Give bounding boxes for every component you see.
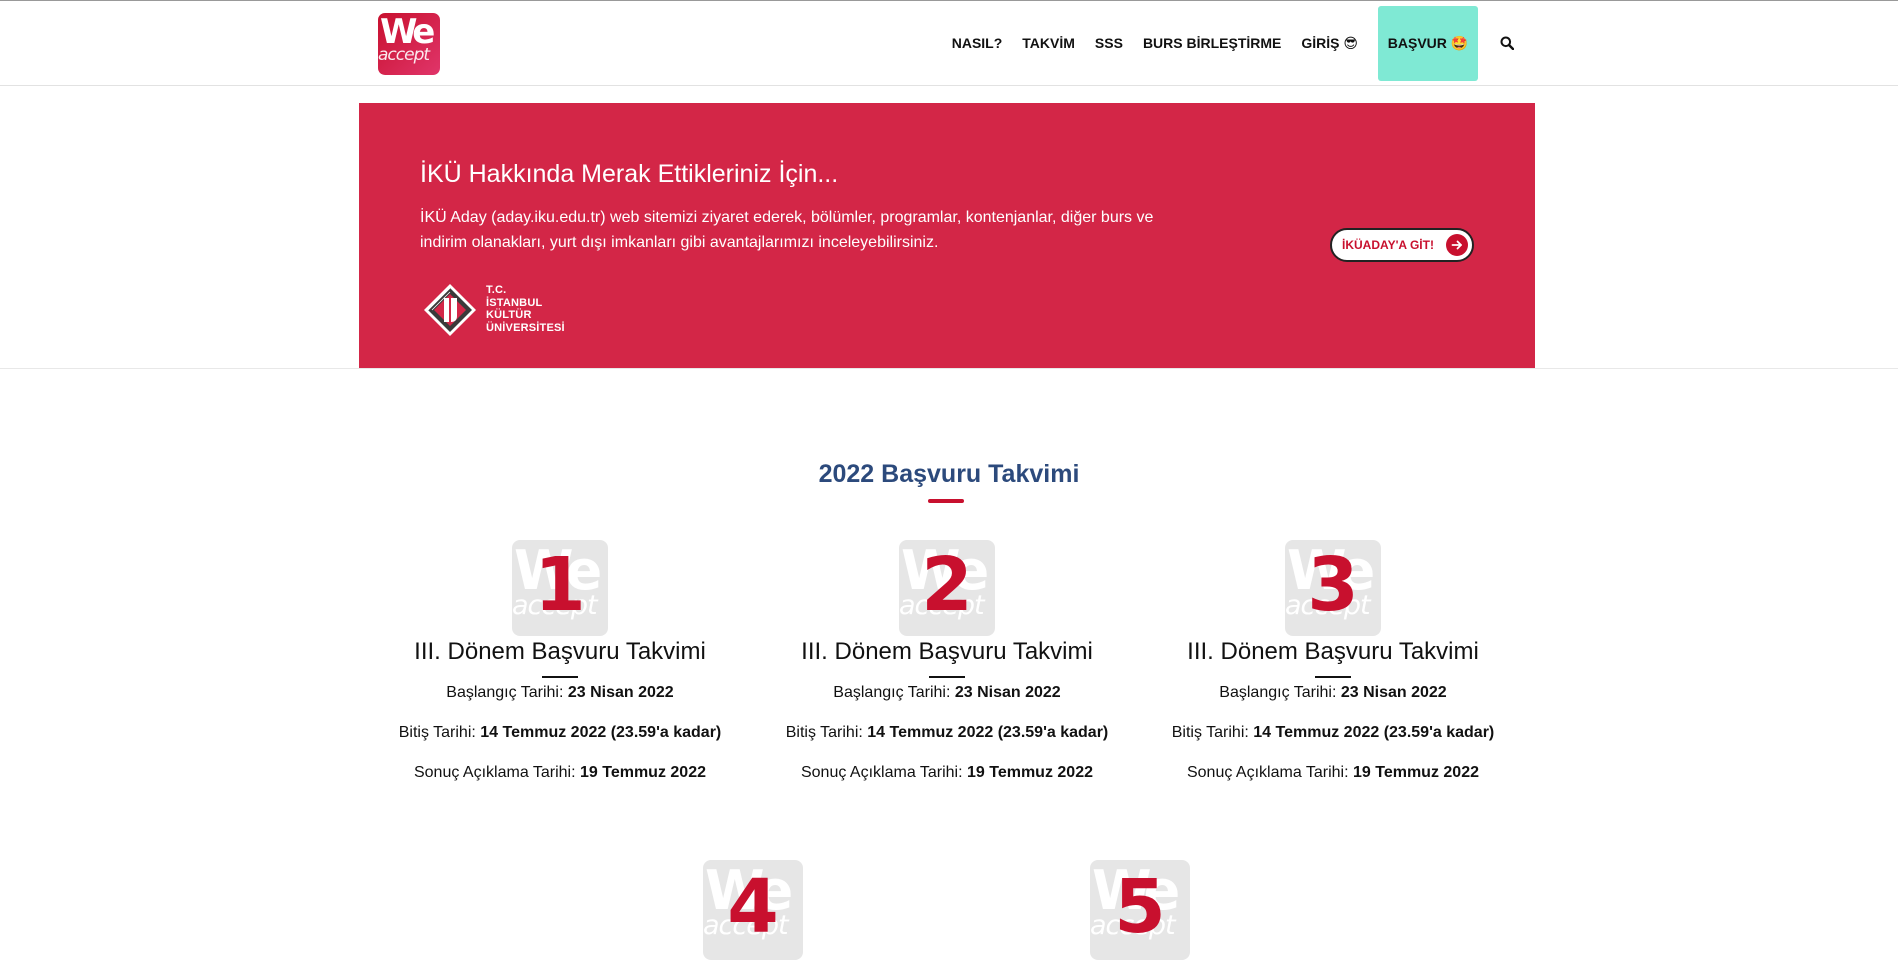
result-date: Sonuç Açıklama Tarihi: 19 Temmuz 2022	[375, 763, 745, 783]
iku-university-logo: T.C. İSTANBUL KÜLTÜR ÜNİVERSİTESİ	[422, 280, 572, 340]
iku-info-banner: İKÜ Hakkında Merak Ettikleriniz İçin... …	[359, 103, 1535, 368]
start-date: Başlangıç Tarihi: 23 Nisan 2022	[1148, 683, 1518, 703]
iku-logo-line: İSTANBUL	[486, 296, 543, 309]
nav-item-sss[interactable]: SSS	[1095, 35, 1123, 51]
nav-item-takvim[interactable]: TAKVİM	[1022, 35, 1075, 51]
result-date-value: 19 Temmuz 2022	[1353, 764, 1479, 781]
nav-item-nasil[interactable]: NASIL?	[952, 35, 1003, 51]
banner-title: İKÜ Hakkında Merak Ettikleriniz İçin...	[420, 160, 839, 188]
step-number: 4	[727, 864, 779, 950]
start-date: Başlangıç Tarihi: 23 Nisan 2022	[375, 683, 745, 703]
calendar-card: We accept 1 III. Dönem Başvuru Takvimi B…	[375, 540, 745, 803]
start-date-value: 23 Nisan 2022	[954, 684, 1061, 701]
card-title-rule	[929, 676, 965, 678]
calendar-card: We accept 2 III. Dönem Başvuru Takvimi B…	[762, 540, 1132, 803]
nav-item-giris[interactable]: GİRİŞ 😎	[1301, 35, 1358, 52]
iku-emblem-icon	[424, 284, 476, 336]
card-title: III. Dönem Başvuru Takvimi	[801, 638, 1093, 665]
result-date-value: 19 Temmuz 2022	[967, 764, 1093, 781]
apply-button[interactable]: BAŞVUR 🤩	[1378, 5, 1478, 81]
end-date-label: Bitiş Tarihi:	[785, 724, 868, 741]
step-number: 1	[534, 542, 586, 628]
iku-logo-text: T.C. İSTANBUL KÜLTÜR ÜNİVERSİTESİ	[486, 284, 565, 334]
arrow-right-icon	[1446, 234, 1468, 256]
logo-text-we: We	[380, 13, 435, 52]
search-icon[interactable]	[1498, 34, 1516, 52]
banner-description: İKÜ Aday (aday.iku.edu.tr) web sitemizi …	[420, 209, 1154, 251]
end-date-value: 14 Temmuz 2022 (23.59'a kadar)	[1253, 724, 1495, 741]
result-date-label: Sonuç Açıklama Tarihi:	[800, 764, 967, 781]
calendar-card: We accept 3 III. Dönem Başvuru Takvimi B…	[1148, 540, 1518, 803]
iku-logo-line: KÜLTÜR	[486, 309, 532, 321]
start-date: Başlangıç Tarihi: 23 Nisan 2022	[762, 683, 1132, 703]
end-date: Bitiş Tarihi: 14 Temmuz 2022 (23.59'a ka…	[762, 723, 1132, 743]
end-date-value: 14 Temmuz 2022 (23.59'a kadar)	[867, 724, 1109, 741]
card-title-rule	[1315, 676, 1351, 678]
result-date-value: 19 Temmuz 2022	[580, 764, 706, 781]
calendar-card: We accept 4	[568, 860, 938, 960]
step-number: 5	[1114, 864, 1166, 950]
step-number: 3	[1307, 542, 1359, 628]
iku-logo-line: ÜNİVERSİTESİ	[486, 321, 565, 334]
end-date: Bitiş Tarihi: 14 Temmuz 2022 (23.59'a ka…	[1148, 723, 1518, 743]
end-date-label: Bitiş Tarihi:	[1171, 724, 1254, 741]
card-title-rule	[542, 676, 578, 678]
section-divider	[0, 368, 1898, 369]
card-title: III. Dönem Başvuru Takvimi	[414, 638, 706, 665]
step-badge: We accept 3	[1285, 540, 1381, 636]
section-title-underline	[928, 499, 964, 503]
step-number: 2	[921, 542, 973, 628]
step-badge: We accept 2	[899, 540, 995, 636]
result-date-label: Sonuç Açıklama Tarihi:	[1186, 764, 1353, 781]
end-date-value: 14 Temmuz 2022 (23.59'a kadar)	[480, 724, 722, 741]
step-badge: We accept 5	[1090, 860, 1190, 960]
go-to-ikuaday-label: İKÜADAY'A GİT!	[1342, 238, 1434, 252]
step-badge: We accept 1	[512, 540, 608, 636]
nav-item-burs-birlestirme[interactable]: BURS BİRLEŞTİRME	[1143, 35, 1281, 51]
start-date-value: 23 Nisan 2022	[567, 684, 674, 701]
start-date-label: Başlangıç Tarihi:	[833, 684, 955, 701]
start-date-label: Başlangıç Tarihi:	[446, 684, 568, 701]
logo-text-accept: accept	[378, 45, 430, 65]
end-date-label: Bitiş Tarihi:	[398, 724, 481, 741]
weaccept-logo[interactable]: We accept	[378, 13, 440, 75]
result-date: Sonuç Açıklama Tarihi: 19 Temmuz 2022	[1148, 763, 1518, 783]
iku-logo-line: T.C.	[486, 284, 507, 296]
site-header: We accept NASIL? TAKVİM SSS BURS BİRLEŞT…	[0, 0, 1898, 86]
calendar-card: We accept 5	[955, 860, 1325, 960]
start-date-label: Başlangıç Tarihi:	[1219, 684, 1341, 701]
result-date-label: Sonuç Açıklama Tarihi:	[413, 764, 580, 781]
main-nav: NASIL? TAKVİM SSS BURS BİRLEŞTİRME GİRİŞ…	[932, 1, 1516, 85]
end-date: Bitiş Tarihi: 14 Temmuz 2022 (23.59'a ka…	[375, 723, 745, 743]
step-badge: We accept 4	[703, 860, 803, 960]
go-to-ikuaday-button[interactable]: İKÜADAY'A GİT!	[1330, 228, 1474, 262]
start-date-value: 23 Nisan 2022	[1340, 684, 1447, 701]
card-title: III. Dönem Başvuru Takvimi	[1187, 638, 1479, 665]
result-date: Sonuç Açıklama Tarihi: 19 Temmuz 2022	[762, 763, 1132, 783]
calendar-section-title: 2022 Başvuru Takvimi	[818, 460, 1080, 488]
